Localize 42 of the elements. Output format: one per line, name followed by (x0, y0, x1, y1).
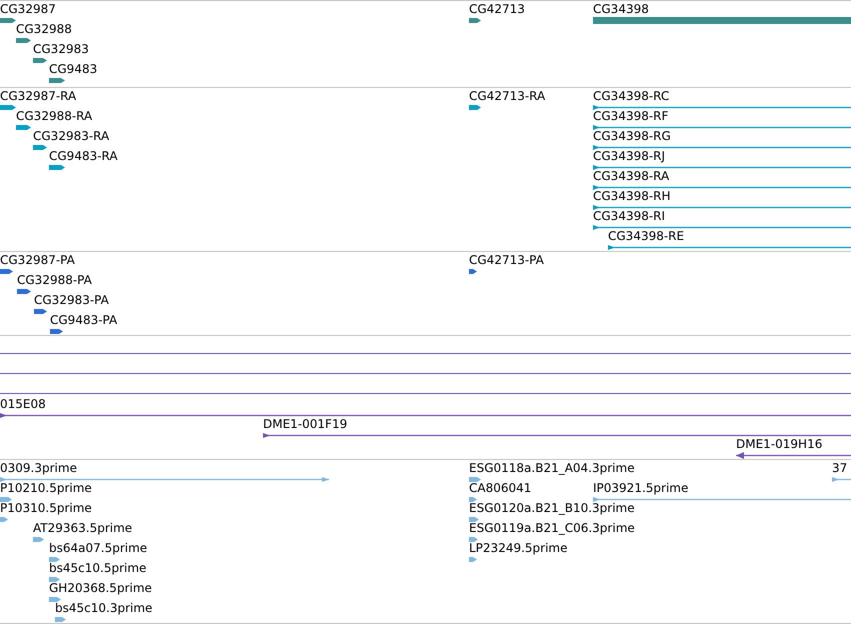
feature-label: CA806041 (469, 481, 532, 495)
feature-label: CG32987-PA (0, 253, 75, 267)
feature-label: IP03921.5prime (593, 481, 688, 495)
feature-label: CG9483 (49, 62, 98, 76)
feature-label: CG9483-RA (49, 149, 118, 163)
feature-label: CG34398-RA (593, 169, 670, 183)
feature-label: bs45c10.5prime (49, 561, 146, 575)
feature-label: AT29363.5prime (33, 521, 132, 535)
feature-label: 015E08 (0, 397, 46, 411)
feature-label: ESG0119a.B21_C06.3prime (469, 521, 635, 535)
feature-label: CG32983 (33, 42, 89, 56)
feature-label: DME1-001F19 (263, 417, 348, 431)
feature-label: 0309.3prime (0, 461, 77, 475)
feature-label: CG32987-RA (0, 89, 76, 103)
feature-label: ESG0120a.B21_B10.3prime (469, 501, 635, 515)
feature-label: CG34398-RF (593, 109, 668, 123)
feature-label: CG32983-PA (34, 293, 109, 307)
feature-label: CG42713 (469, 2, 525, 16)
feature-label: GH20368.5prime (49, 581, 152, 595)
feature-label: CG34398-RE (608, 229, 684, 243)
feature-label: bs45c10.3prime (55, 601, 152, 615)
feature-label: CG34398 (593, 2, 649, 16)
feature-label: P10210.5prime (0, 481, 92, 495)
feature-label: CG32988 (16, 22, 72, 36)
feature-label: LP23249.5prime (469, 541, 568, 555)
feature-label: CG32988-RA (16, 109, 92, 123)
feature-label: CG34398-RJ (593, 149, 666, 163)
feature-label: ESG0118a.B21_A04.3prime (469, 461, 635, 475)
feature-label: 37 (832, 461, 848, 475)
feature-label: CG34398-RI (593, 209, 666, 223)
feature-label: CG32988-PA (17, 273, 92, 287)
feature-label: CG9483-PA (50, 313, 118, 327)
feature-label: bs64a07.5prime (49, 541, 148, 555)
feature-label: CG42713-RA (469, 89, 546, 103)
feature-label: CG34398-RC (593, 89, 670, 103)
feature-label: CG32983-RA (33, 129, 110, 143)
feature-label: P10310.5prime (0, 501, 92, 515)
feature-label: CG42713-PA (469, 253, 544, 267)
feature-label: CG32987 (0, 2, 56, 16)
feature-label: CG34398-RH (593, 189, 671, 203)
feature-label: DME1-019H16 (736, 437, 822, 451)
feature-label: CG34398-RG (593, 129, 671, 143)
